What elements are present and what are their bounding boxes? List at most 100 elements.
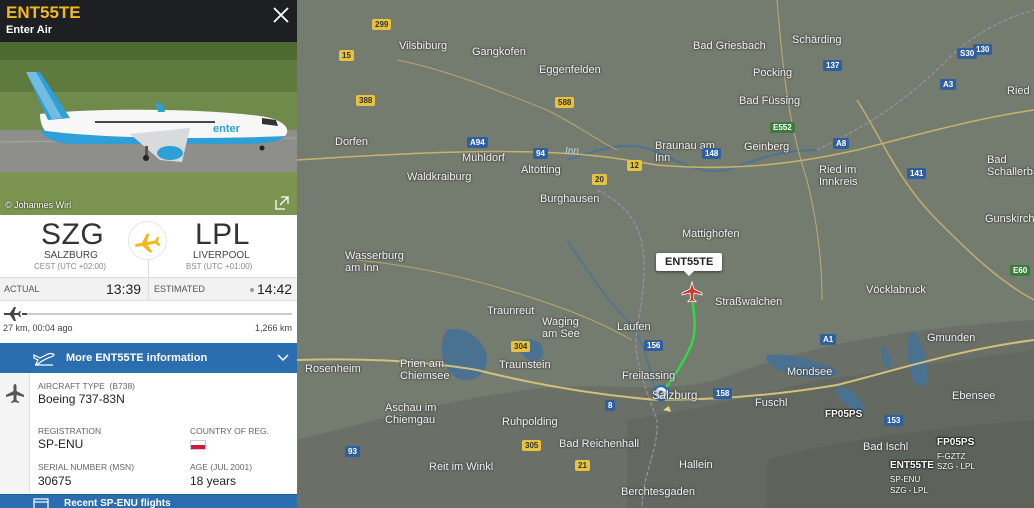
flight-callsign: ENT55TE — [6, 3, 81, 22]
progress-plane-icon — [4, 307, 21, 321]
aircraft-type-label: AIRCRAFT TYPE (B738) — [38, 381, 136, 391]
origin-timezone: CEST (UTC +02:00) — [34, 262, 107, 271]
road-shield: A1 — [820, 334, 837, 345]
road-shield: 21 — [575, 460, 590, 471]
map-town-label: Laufen — [617, 321, 651, 333]
airline-name[interactable]: Enter Air — [6, 24, 52, 36]
serial-number-label: SERIAL NUMBER (MSN) — [38, 462, 135, 472]
aircraft-photo-image: enter — [0, 42, 297, 215]
origin-iata[interactable]: SZG — [41, 218, 104, 252]
road-shield: 20 — [592, 174, 607, 185]
map-town-label: Ried — [1007, 85, 1030, 97]
road-shield: S30 — [957, 48, 978, 59]
map-town-label: Bad Reichenhall — [559, 438, 640, 450]
road-shield: E60 — [1010, 265, 1031, 276]
map-town-label: Mondsee — [787, 366, 833, 378]
map-town-label: Gmunden — [927, 332, 976, 344]
map-town-label: Aschau im Chiemgau — [385, 402, 437, 426]
map-town-label: Bad Ischl — [863, 441, 909, 453]
road-shield: 158 — [713, 388, 733, 399]
aircraft-type-value: Boeing 737-83N — [38, 392, 125, 406]
map-town-label: Salzburg — [652, 390, 698, 402]
road-shield: 299 — [372, 19, 392, 30]
map-town-label: Hallein — [679, 459, 713, 471]
road-shield: 148 — [702, 148, 722, 159]
other-aircraft-label[interactable]: ENT55TE — [890, 461, 934, 471]
map-town-label: Traunreut — [487, 305, 535, 317]
road-shield: 156 — [644, 340, 664, 351]
map-town-label: Pocking — [753, 67, 793, 79]
photo-credit: © Johannes Wirl — [5, 200, 72, 210]
more-info-button[interactable]: More ENT55TE information — [0, 343, 297, 373]
road-shield: 304 — [511, 341, 531, 352]
map-town-label: Altötting — [521, 164, 561, 176]
map-town-label: Schärding — [792, 34, 842, 46]
road-shield: 305 — [522, 440, 542, 451]
map-town-label: Traunstein — [499, 359, 551, 371]
road-shield: 137 — [823, 60, 843, 71]
close-icon[interactable] — [271, 5, 291, 25]
road-shield: 8 — [605, 400, 616, 411]
map-town-label: Bad Füssing — [739, 95, 801, 107]
progress-track — [22, 313, 292, 315]
expand-photo-icon[interactable] — [274, 195, 290, 211]
other-aircraft-label[interactable]: FP05PS — [937, 438, 974, 448]
destination-city: LIVERPOOL — [193, 250, 250, 261]
details-sidebar — [0, 373, 30, 497]
registration-value[interactable]: SP-ENU — [38, 437, 83, 451]
more-info-label: More ENT55TE information — [66, 352, 208, 364]
serial-number-value: 30675 — [38, 474, 72, 488]
road-shield: 15 — [339, 50, 354, 61]
panel-header: ENT55TE Enter Air — [0, 0, 297, 42]
other-aircraft-label[interactable]: FP05PS — [825, 410, 862, 420]
poland-flag-icon — [190, 440, 206, 450]
road-shield: A94 — [467, 137, 488, 148]
map-town-label: Bad Griesbach — [693, 40, 766, 52]
map-town-label: Berchtesgaden — [621, 486, 695, 498]
map-town-label: Eggenfelden — [539, 64, 601, 76]
recent-flights-button[interactable]: Recent SP-ENU flights — [0, 494, 297, 508]
aircraft-details: AIRCRAFT TYPE (B738) Boeing 737-83N REGI… — [0, 373, 297, 497]
map-town-label: Reit im Winkl — [429, 461, 494, 473]
road-shield: 153 — [884, 415, 904, 426]
map-view[interactable]: Vilsbiburg Gangkofen Bad Griesbach Schär… — [297, 0, 1034, 508]
age-value: 18 years — [190, 474, 237, 488]
origin-city: SALZBURG — [44, 250, 98, 261]
distance-remaining: 1,266 km — [254, 323, 292, 333]
times-row: ACTUAL 13:39 ESTIMATED 14:42 — [0, 277, 297, 301]
destination-iata[interactable]: LPL — [195, 218, 250, 252]
map-town-label: Mattighofen — [682, 228, 740, 240]
route-plane-badge — [129, 222, 166, 259]
map-town-label: Freilassing — [622, 370, 676, 382]
progress-section: 27 km, 00:04 ago 1,266 km — [0, 301, 297, 343]
aircraft-photo[interactable]: enter © Johannes Wirl — [0, 42, 297, 215]
other-aircraft-detail: SP-ENU — [890, 475, 921, 484]
other-aircraft-detail: SZG - LPL — [890, 486, 928, 495]
map-town-label: Waldkraiburg — [407, 171, 472, 183]
estimated-time-label: ESTIMATED — [154, 284, 205, 294]
progress-fill — [22, 313, 28, 315]
aircraft-info-icon — [33, 352, 55, 366]
other-aircraft-detail: F-GZTZ — [937, 452, 966, 461]
map-town-label: Burghausen — [540, 193, 600, 205]
map-town-label: Gunskirchen — [985, 213, 1034, 225]
estimated-time-value: 14:42 — [257, 281, 293, 297]
calendar-icon — [33, 498, 49, 508]
river-label: Inn — [565, 146, 579, 157]
chevron-down-icon — [277, 354, 289, 362]
map-town-label: Prien am Chiemsee — [400, 358, 450, 382]
selected-flight-tag[interactable]: ENT55TE — [656, 253, 723, 276]
map-town-label: Bad Schallerbach — [987, 154, 1034, 178]
map-town-label: Geinberg — [744, 141, 790, 153]
actual-time-value: 13:39 — [106, 281, 142, 297]
estimate-dot — [250, 288, 254, 292]
map-town-label: Wasserburg am Inn — [345, 250, 404, 274]
map-town-label: Waging am See — [542, 316, 580, 340]
road-shield: 141 — [907, 168, 927, 179]
map-town-label: Straßwalchen — [715, 296, 783, 308]
flightradar-app: Vilsbiburg Gangkofen Bad Griesbach Schär… — [0, 0, 1034, 508]
country-label: COUNTRY OF REG. — [190, 426, 270, 436]
destination-timezone: BST (UTC +01:00) — [186, 262, 253, 271]
road-shield: 94 — [533, 148, 548, 159]
recent-flights-label: Recent SP-ENU flights — [64, 498, 171, 508]
